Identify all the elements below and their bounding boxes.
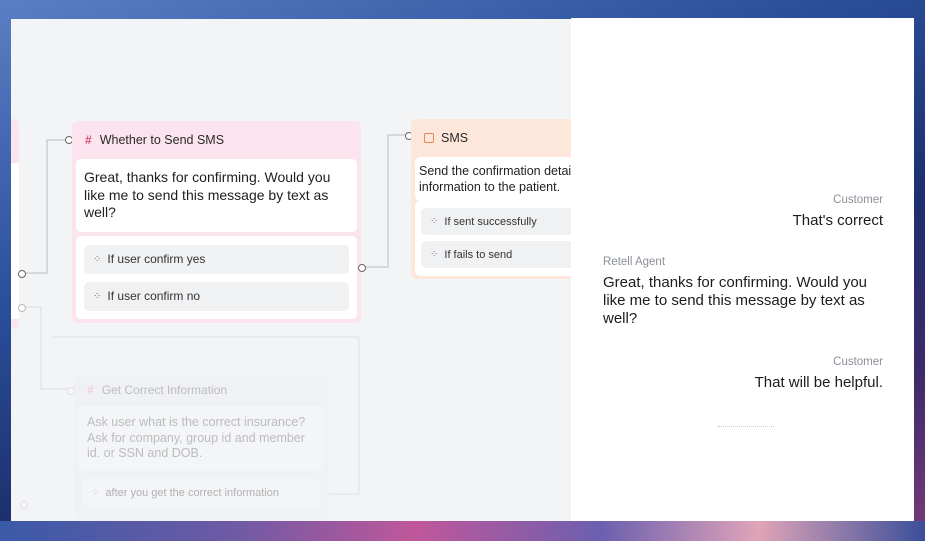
- background-glow: [0, 521, 925, 541]
- message-agent: Retell Agent Great, thanks for confirmin…: [603, 256, 884, 328]
- node-get-correct-information[interactable]: # Get Correct Information Ask user what …: [74, 374, 328, 524]
- speaker-label: Customer: [833, 194, 883, 206]
- edge-item[interactable]: ⁘ If sent successfully: [421, 208, 571, 235]
- output-port[interactable]: [20, 501, 28, 509]
- message-text: Great, thanks for confirming. Would you …: [603, 274, 868, 327]
- edge-label: If fails to send: [444, 248, 513, 261]
- node-prompt: Great, thanks for confirming. Would you …: [76, 159, 357, 232]
- message-icon: [424, 133, 434, 143]
- flow-canvas[interactable]: # Whether to Send SMS Great, thanks for …: [11, 19, 571, 526]
- edge-label: after you get the correct information: [105, 486, 280, 499]
- node-header: SMS: [411, 119, 571, 157]
- edge-list: ⁘ If user confirm yes ⁘ If user confirm …: [76, 235, 357, 319]
- clipped-node[interactable]: [11, 119, 19, 329]
- node-prompt: Ask user what is the correct insurance? …: [78, 406, 324, 471]
- node-header: # Whether to Send SMS: [72, 121, 361, 159]
- speaker-label: Retell Agent: [603, 256, 666, 268]
- edge-label: If sent successfully: [444, 215, 537, 228]
- edge-item[interactable]: ⁘ If user confirm no: [84, 281, 349, 311]
- node-title: SMS: [441, 131, 469, 145]
- node-sms[interactable]: SMS Send the confirmation details inform…: [411, 119, 571, 279]
- edge-label: If user confirm yes: [107, 252, 206, 266]
- node-prompt: Send the confirmation details informatio…: [415, 157, 571, 201]
- speaker-label: Customer: [833, 356, 883, 368]
- edge-dot-icon: ⁘: [430, 216, 439, 227]
- message-customer: Customer That's correct: [793, 194, 883, 230]
- edge-item[interactable]: ⁘ after you get the correct information: [82, 478, 320, 507]
- output-port[interactable]: [358, 264, 366, 272]
- edge-dot-icon: ⁘: [93, 290, 102, 302]
- edge-list: ⁘ If sent successfully ⁘ If fails to sen…: [415, 201, 571, 276]
- message-customer: Customer That will be helpful.: [755, 356, 883, 392]
- edge-item[interactable]: ⁘ If user confirm yes: [84, 244, 349, 274]
- edge-label: If user confirm no: [107, 289, 201, 303]
- node-title: Get Correct Information: [101, 383, 228, 397]
- message-text: That's correct: [792, 212, 883, 229]
- edge-dot-icon: ⁘: [91, 487, 100, 498]
- transcript-panel: Customer That's correct Retell Agent Gre…: [571, 18, 914, 526]
- clipped-node-body: [11, 163, 19, 319]
- typing-indicator: [718, 426, 774, 427]
- output-port[interactable]: [18, 304, 26, 312]
- node-header: # Get Correct Information: [74, 374, 328, 406]
- node-title: Whether to Send SMS: [99, 133, 225, 147]
- hash-icon: #: [87, 383, 94, 397]
- output-port[interactable]: [18, 270, 26, 278]
- node-whether-to-send-sms[interactable]: # Whether to Send SMS Great, thanks for …: [72, 121, 361, 323]
- message-text: That will be helpful.: [754, 374, 883, 391]
- hash-icon: #: [85, 133, 92, 147]
- edge-item[interactable]: ⁘ If fails to send: [421, 241, 571, 268]
- edge-dot-icon: ⁘: [93, 253, 102, 265]
- edge-dot-icon: ⁘: [430, 249, 439, 260]
